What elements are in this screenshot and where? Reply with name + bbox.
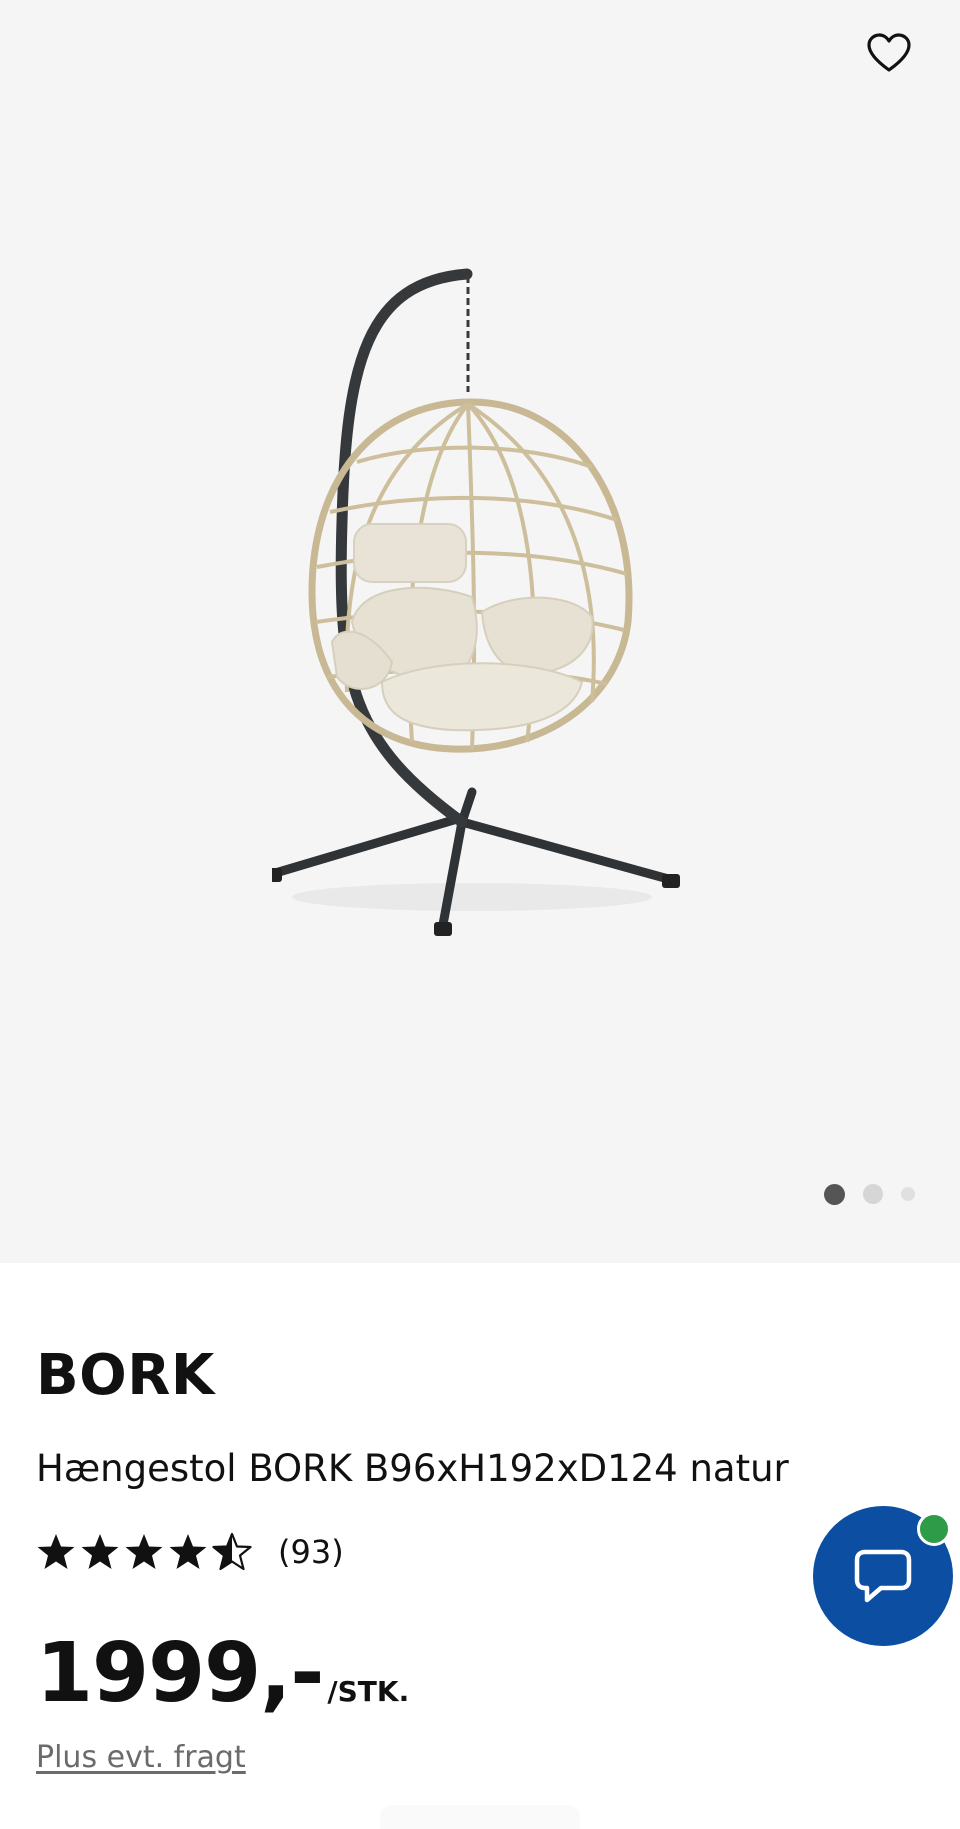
star-rating (36, 1532, 256, 1572)
brand-title: BORK (36, 1343, 215, 1408)
pagination-dot-active[interactable] (824, 1183, 845, 1205)
star-full-icon (81, 1534, 119, 1569)
image-pagination (824, 1183, 915, 1205)
chat-bubble-icon (854, 1549, 912, 1603)
product-page: BORK Hængestol BORK B96xH192xD124 natur … (0, 0, 960, 1829)
price-unit: /STK. (327, 1675, 410, 1708)
price-value: 1999,- (36, 1626, 324, 1721)
price: 1999,- /STK. (36, 1624, 409, 1724)
bottom-sheet-handle (380, 1805, 580, 1829)
star-full-icon (125, 1534, 163, 1569)
star-full-icon (37, 1534, 75, 1569)
rating-summary[interactable]: (93) (36, 1526, 344, 1578)
heart-outline-icon (867, 33, 911, 72)
product-image (272, 268, 680, 936)
pagination-dot[interactable] (901, 1187, 915, 1201)
product-image-gallery[interactable] (0, 0, 960, 1263)
review-count: (93) (278, 1533, 344, 1571)
freight-info-link[interactable]: Plus evt. fragt (36, 1740, 246, 1775)
favorite-button[interactable] (862, 26, 916, 80)
star-full-icon (169, 1534, 207, 1569)
star-half-icon (212, 1532, 252, 1571)
product-name: Hængestol BORK B96xH192xD124 natur (36, 1447, 789, 1490)
pagination-dot[interactable] (863, 1184, 883, 1204)
chat-online-indicator (917, 1512, 951, 1546)
